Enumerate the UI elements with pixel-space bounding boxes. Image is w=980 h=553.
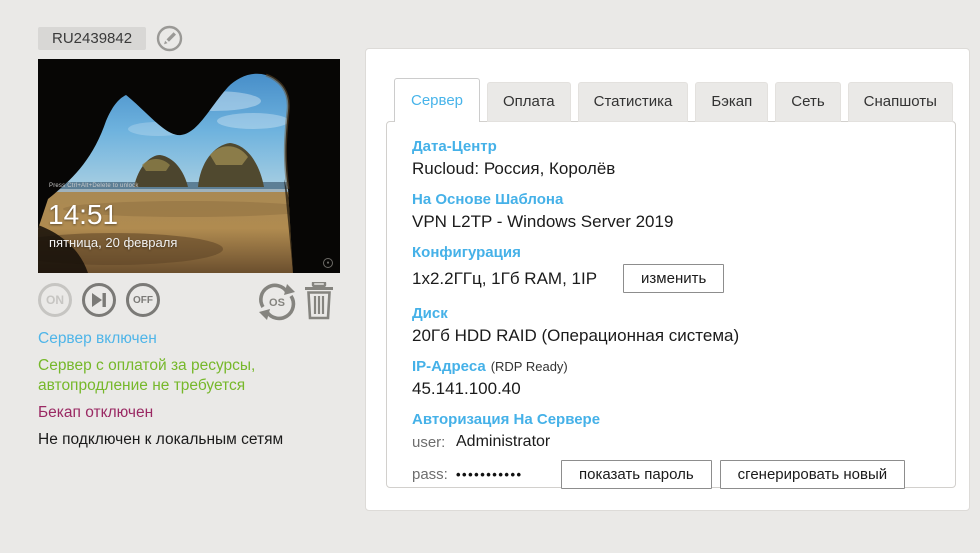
lockscreen-ease-of-access-icon: ●: [323, 258, 333, 268]
ip-label-text: IP-Адреса: [412, 358, 486, 375]
server-id-row: RU2439842: [38, 25, 348, 51]
lockscreen-time: 14:51: [48, 199, 119, 230]
generate-password-button[interactable]: сгенерировать новый: [719, 460, 906, 489]
configuration-value: 1x2.2ГГц, 1Гб RAM, 1IP: [412, 269, 598, 288]
lockscreen-unlock-hint: Press Ctrl+Alt+Delete to unlock: [49, 183, 139, 189]
template-value: VPN L2TP - Windows Server 2019: [412, 212, 674, 231]
edit-name-button[interactable]: [156, 25, 183, 52]
datacenter-value: Rucloud: Россия, Королёв: [412, 159, 616, 178]
field-auth: Авторизация На Сервере user: Administrat…: [412, 411, 935, 489]
server-screen-preview[interactable]: Press Ctrl+Alt+Delete to unlock 14:51 пя…: [38, 59, 340, 273]
server-id-badge: RU2439842: [38, 26, 147, 50]
ip-value: 45.141.100.40: [412, 379, 521, 398]
pencil-icon: [164, 31, 177, 44]
status-network: Не подключен к локальным сетям: [38, 431, 284, 448]
server-status-list: Сервер включен Сервер с оплатой за ресур…: [38, 329, 344, 450]
pass-masked-value: •••••••••••: [456, 467, 523, 482]
field-configuration: Конфигурация 1x2.2ГГц, 1Гб RAM, 1IP изме…: [412, 244, 935, 293]
pass-row: pass: ••••••••••• показать пароль сгенер…: [412, 460, 935, 489]
disk-value: 20Гб HDD RAID (Операционная система): [412, 326, 740, 345]
lockscreen-date: пятница, 20 февраля: [49, 235, 178, 250]
restart-icon: [92, 293, 106, 307]
power-off-button[interactable]: OFF: [126, 283, 160, 317]
change-configuration-button[interactable]: изменить: [623, 264, 725, 293]
ip-label: IP-Адреса (RDP Ready): [412, 358, 935, 375]
tab-backup[interactable]: Бэкап: [695, 82, 769, 122]
delete-server-button[interactable]: [304, 282, 334, 320]
status-billing: Сервер с оплатой за ресурсы, автопродлен…: [38, 357, 256, 394]
power-on-button[interactable]: ON: [38, 283, 72, 317]
tab-statistics[interactable]: Статистика: [577, 82, 689, 122]
tab-server[interactable]: Сервер: [394, 78, 481, 124]
field-ip: IP-Адреса (RDP Ready) 45.141.100.40: [412, 358, 935, 399]
server-summary-column: RU2439842 Press Ctrl+Alt+Delete to unloc…: [38, 25, 348, 457]
pass-buttons: показать пароль сгенерировать новый: [561, 460, 906, 489]
field-disk: Диск 20Гб HDD RAID (Операционная система…: [412, 305, 935, 346]
template-label: На Основе Шаблона: [412, 191, 564, 208]
rdp-ready-note: (RDP Ready): [490, 359, 568, 374]
user-label: user:: [412, 433, 446, 451]
server-details-panel: Сервер Оплата Статистика Бэкап Сеть Снап…: [365, 48, 970, 511]
field-datacenter: Дата-Центр Rucloud: Россия, Королёв: [412, 138, 935, 179]
trash-icon: [305, 282, 333, 320]
restart-button[interactable]: [82, 283, 116, 317]
tab-network[interactable]: Сеть: [775, 82, 841, 122]
server-tab-content: Дата-Центр Rucloud: Россия, Королёв На О…: [386, 121, 956, 489]
reinstall-os-button[interactable]: OS: [254, 281, 300, 323]
configuration-label: Конфигурация: [412, 244, 521, 261]
tab-bar: Сервер Оплата Статистика Бэкап Сеть Снап…: [394, 76, 960, 124]
show-password-button[interactable]: показать пароль: [561, 460, 712, 489]
server-controls: ON OFF OS: [38, 281, 348, 325]
status-power: Сервер включен: [38, 330, 157, 347]
datacenter-label: Дата-Центр: [412, 138, 497, 155]
user-value: Administrator: [456, 433, 551, 450]
tab-payment[interactable]: Оплата: [487, 82, 571, 122]
field-template: На Основе Шаблона VPN L2TP - Windows Ser…: [412, 191, 935, 232]
pass-label: pass:: [412, 466, 448, 483]
os-icon-text: OS: [269, 297, 285, 309]
disk-label: Диск: [412, 305, 448, 322]
tab-snapshots[interactable]: Снапшоты: [847, 82, 953, 122]
auth-label: Авторизация На Сервере: [412, 411, 601, 428]
status-backup: Бекап отключен: [38, 404, 154, 421]
user-row: user: Administrator: [412, 433, 935, 451]
